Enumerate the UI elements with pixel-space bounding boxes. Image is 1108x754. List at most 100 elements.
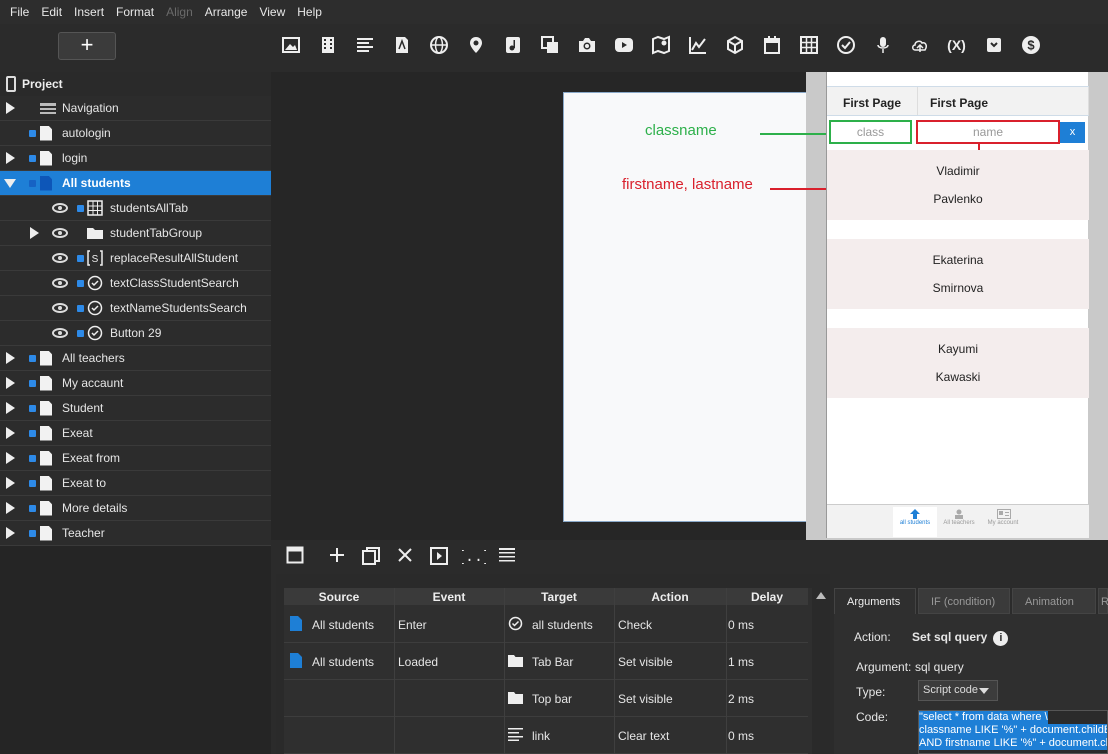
page-artboard[interactable] (563, 92, 808, 522)
column-header-delay[interactable]: Delay (726, 590, 808, 604)
collapse-arrow-icon[interactable] (4, 178, 16, 188)
expand-arrow-icon[interactable] (6, 377, 15, 389)
preview-tab-second[interactable]: First Page (918, 87, 1089, 115)
image-icon[interactable] (272, 34, 309, 56)
expand-arrow-icon[interactable] (30, 227, 39, 239)
tree-item-student-tab-group[interactable]: studentTabGroup (0, 221, 271, 246)
expand-arrow-icon[interactable] (6, 452, 15, 464)
expand-arrow-icon[interactable] (6, 527, 15, 539)
checkbox-icon[interactable] (77, 304, 84, 312)
eye-icon[interactable] (52, 328, 68, 338)
checkmark-icon[interactable] (827, 34, 864, 56)
cube-icon[interactable] (716, 34, 753, 56)
tab-more[interactable]: R (1098, 588, 1108, 614)
expand-arrow-icon[interactable] (6, 502, 15, 514)
type-select[interactable]: Script code (918, 680, 998, 701)
vertical-scrollbar[interactable] (812, 588, 830, 754)
expand-arrow-icon[interactable] (6, 402, 15, 414)
eye-icon[interactable] (52, 303, 68, 313)
variable-icon[interactable]: (X) (938, 34, 975, 56)
tree-item-exeat[interactable]: Exeat (0, 421, 271, 446)
expand-arrow-icon[interactable] (6, 477, 15, 489)
tree-item-student[interactable]: Student (0, 396, 271, 421)
column-header-source[interactable]: Source (284, 590, 394, 604)
tree-item-button-29[interactable]: Button 29 (0, 321, 271, 346)
text-icon[interactable] (346, 34, 383, 56)
class-search-input[interactable]: class (829, 120, 912, 144)
table-row[interactable]: All students Loaded Tab Bar Set visible … (284, 643, 808, 680)
chart-icon[interactable] (679, 34, 716, 56)
column-header-event[interactable]: Event (394, 590, 504, 604)
tree-item-replace-result[interactable]: S replaceResultAllStudent (0, 246, 271, 271)
checkbox-icon[interactable] (29, 354, 36, 362)
menu-help[interactable]: Help (291, 5, 328, 19)
tree-item-text-name-search[interactable]: textNameStudentsSearch (0, 296, 271, 321)
gallery-icon[interactable] (531, 34, 568, 56)
checkbox-icon[interactable] (77, 279, 84, 287)
tab-animation[interactable]: Animation (1012, 588, 1096, 614)
tree-item-text-class-search[interactable]: textClassStudentSearch (0, 271, 271, 296)
tree-item-login[interactable]: login (0, 146, 271, 171)
menu-view[interactable]: View (253, 5, 291, 19)
menu-insert[interactable]: Insert (68, 5, 110, 19)
bottom-tab-all-students[interactable]: all students (893, 507, 937, 537)
code-braces-icon[interactable]: {..} (456, 546, 492, 568)
checkbox-icon[interactable] (77, 329, 84, 337)
bottom-tab-my-account[interactable]: My account (981, 507, 1025, 537)
checkbox-icon[interactable] (29, 404, 36, 412)
delete-icon[interactable] (394, 546, 416, 568)
tree-item-autologin[interactable]: autologin (0, 121, 271, 146)
expand-arrow-icon[interactable] (6, 352, 15, 364)
audio-icon[interactable] (494, 34, 531, 56)
checkbox-icon[interactable] (77, 204, 84, 212)
tree-item-more-details[interactable]: More details (0, 496, 271, 521)
checkbox-icon[interactable] (29, 454, 36, 462)
panel-icon[interactable] (284, 546, 306, 568)
video-icon[interactable] (309, 34, 346, 56)
column-header-target[interactable]: Target (504, 590, 614, 604)
checkbox-icon[interactable] (29, 504, 36, 512)
checkbox-icon[interactable] (29, 154, 36, 162)
tab-if-condition[interactable]: IF (condition) (918, 588, 1010, 614)
menu-file[interactable]: File (4, 5, 35, 19)
checkbox-icon[interactable] (29, 379, 36, 387)
code-editor[interactable]: "select * from data where \ classname LI… (918, 710, 1108, 754)
eye-icon[interactable] (52, 228, 68, 238)
checkbox-icon[interactable] (77, 254, 84, 262)
grid-icon[interactable] (790, 34, 827, 56)
expand-arrow-icon[interactable] (6, 152, 15, 164)
tree-item-my-account[interactable]: My accaunt (0, 371, 271, 396)
preview-tab-first[interactable]: First Page (827, 87, 918, 115)
eye-icon[interactable] (52, 278, 68, 288)
name-search-input[interactable]: name (916, 120, 1060, 144)
map-pin-icon[interactable] (457, 34, 494, 56)
menu-arrange[interactable]: Arrange (199, 5, 254, 19)
menu-edit[interactable]: Edit (35, 5, 68, 19)
cloud-upload-icon[interactable] (901, 34, 938, 56)
tree-item-all-teachers[interactable]: All teachers (0, 346, 271, 371)
pdf-icon[interactable] (383, 34, 420, 56)
calendar-icon[interactable] (753, 34, 790, 56)
clear-search-button[interactable]: x (1060, 122, 1085, 143)
play-icon[interactable] (428, 546, 450, 568)
eye-icon[interactable] (52, 253, 68, 263)
student-card[interactable]: Ekaterina Smirnova (827, 239, 1089, 309)
table-row[interactable]: Top bar Set visible 2 ms (284, 680, 808, 717)
map-icon[interactable] (642, 34, 679, 56)
checkbox-icon[interactable] (29, 479, 36, 487)
tree-item-teacher[interactable]: Teacher (0, 521, 271, 546)
checkbox-icon[interactable] (29, 129, 36, 137)
info-icon[interactable]: i (993, 631, 1009, 646)
design-canvas[interactable]: classname firstname, lastname (271, 72, 977, 540)
table-row[interactable]: link Clear text 0 ms (284, 717, 808, 754)
student-card[interactable]: Kayumi Kawaski (827, 328, 1089, 398)
tree-item-navigation[interactable]: Navigation (0, 96, 271, 121)
add-screen-button[interactable]: + (58, 32, 116, 60)
student-card[interactable]: Vladimir Pavlenko (827, 150, 1089, 220)
scroll-up-icon[interactable] (816, 592, 826, 599)
list-icon[interactable] (496, 546, 518, 568)
tree-item-all-students[interactable]: All students (0, 171, 271, 196)
tree-item-exeat-from[interactable]: Exeat from (0, 446, 271, 471)
dollar-icon[interactable]: $ (1012, 34, 1049, 56)
tab-arguments[interactable]: Arguments (834, 588, 916, 614)
